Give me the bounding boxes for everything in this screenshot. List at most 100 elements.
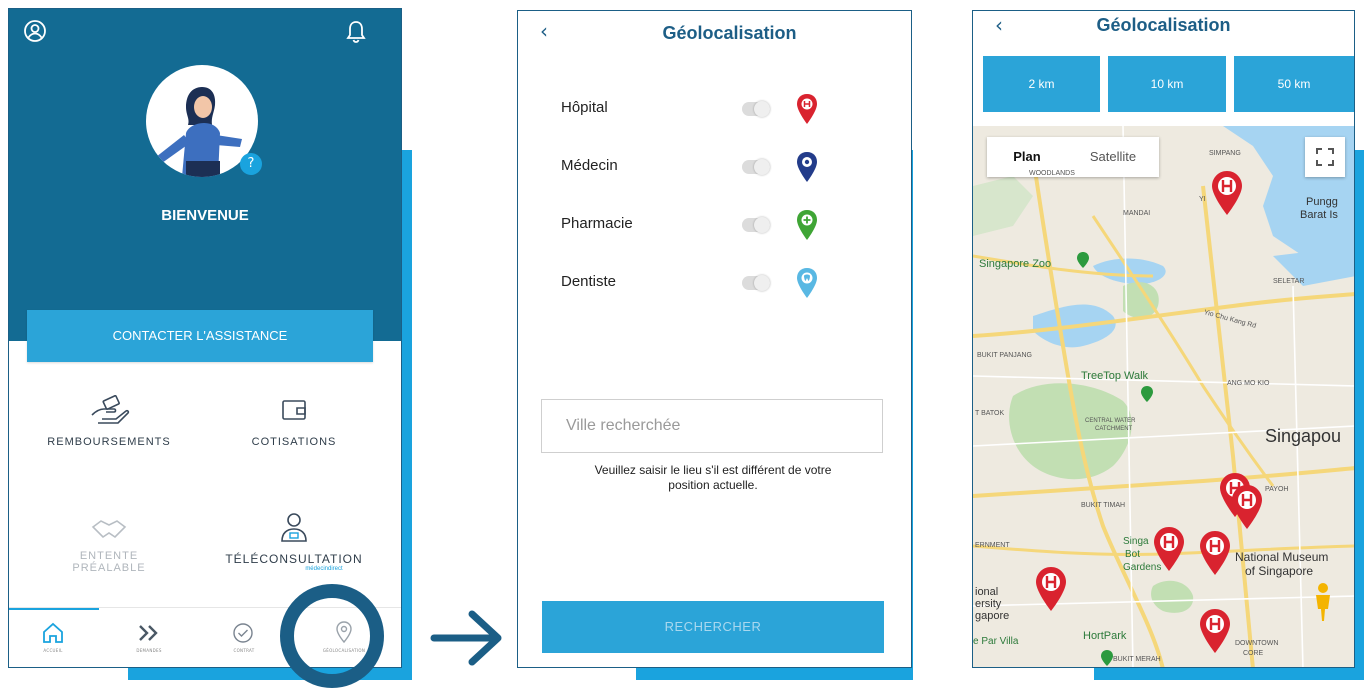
- map-label-national-museum: National Museum: [1235, 550, 1329, 564]
- map-label-barat: Barat Is: [1300, 209, 1338, 221]
- map-label-downtown: DOWNTOWN: [1235, 640, 1279, 647]
- filters-screen: ‹ Géolocalisation Hôpital Médecin Pharma…: [517, 10, 912, 668]
- map-view[interactable]: Plan Satellite SIMPANG WOODLANDS MANDAI …: [973, 126, 1354, 667]
- filter-label-pharmacy: Pharmacie: [561, 215, 633, 232]
- location-hint-line-1: Veuillez saisir le lieu s'il est différe…: [594, 463, 832, 477]
- page-title-map: Géolocalisation: [1096, 15, 1231, 35]
- map-label-bukit-panjang: BUKIT PANJANG: [977, 352, 1032, 359]
- nav-home-label: ACCUEIL: [43, 648, 63, 653]
- map-label-ang-mo-kio: ANG MO KIO: [1227, 380, 1270, 387]
- hand-money-icon: [29, 394, 189, 432]
- arrow-right-icon: [430, 608, 504, 672]
- double-chevron-icon: [137, 623, 161, 647]
- nav-contract-label: CONTRAT: [233, 648, 255, 653]
- map-label-catchment: CATCHMENT: [1095, 426, 1133, 432]
- hospital-map-pin-icon[interactable]: [1211, 170, 1243, 216]
- home-icon: [41, 622, 65, 648]
- prior-agreement-label-2: PRÉALABLE: [72, 562, 146, 574]
- hospital-pin-icon: [796, 93, 818, 129]
- map-label-payoh: PAYOH: [1265, 486, 1289, 493]
- teleconsultation-tile[interactable]: TÉLÉCONSULTATION médecindirect: [204, 509, 384, 572]
- handshake-icon: [29, 515, 189, 548]
- tab-satellite[interactable]: Satellite: [1067, 137, 1159, 177]
- map-label-singa: Singa: [1123, 536, 1149, 547]
- pharmacy-toggle[interactable]: [742, 217, 770, 233]
- hospital-map-pin-icon[interactable]: [1199, 608, 1231, 654]
- dentist-pin-icon: [796, 267, 818, 303]
- highlight-ring: [280, 584, 384, 688]
- map-label-bukit-merah: BUKIT MERAH: [1113, 656, 1161, 663]
- street-view-pegman-icon[interactable]: [1311, 582, 1335, 626]
- fullscreen-button[interactable]: [1305, 137, 1345, 177]
- reimbursements-label: REMBOURSEMENTS: [47, 436, 171, 448]
- contact-assistance-button[interactable]: CONTACTER L'ASSISTANCE: [27, 310, 373, 362]
- map-label-singapore-zoo: Singapore Zoo: [979, 258, 1052, 270]
- bell-icon[interactable]: [345, 19, 367, 49]
- wallet-icon: [214, 395, 374, 430]
- location-hint-line-2: position actuelle.: [668, 478, 758, 492]
- map-label-gapore: gapore: [975, 610, 1010, 622]
- prior-agreement-tile[interactable]: ENTENTE PRÉALABLE: [29, 515, 189, 574]
- doctor-pin-icon: [796, 151, 818, 187]
- map-label-bot: Bot: [1125, 549, 1141, 560]
- home-screen: ? BIENVENUE CONTACTER L'ASSISTANCE REMBO…: [8, 8, 402, 668]
- hortpark-poi-icon: [1101, 650, 1113, 667]
- location-hint: Veuillez saisir le lieu s'il est différe…: [548, 463, 878, 493]
- pharmacy-pin-icon: [796, 209, 818, 245]
- hospital-map-pin-icon[interactable]: [1153, 526, 1185, 572]
- map-label-hortpark: HortPark: [1083, 630, 1127, 642]
- filter-row-hospital: Hôpital: [518, 91, 911, 131]
- map-label-par-villa: e Par Villa: [973, 636, 1019, 647]
- distance-2km-button[interactable]: 2 km: [983, 56, 1100, 112]
- nav-item-home[interactable]: ACCUEIL: [13, 608, 93, 667]
- contributions-label: COTISATIONS: [251, 436, 337, 448]
- check-circle-icon: [232, 622, 254, 648]
- dentist-toggle[interactable]: [742, 275, 770, 291]
- contributions-tile[interactable]: COTISATIONS: [214, 395, 374, 448]
- map-background: [973, 126, 1354, 667]
- distance-50km-button[interactable]: 50 km: [1234, 56, 1354, 112]
- map-screen: ‹ Géolocalisation 2 km 10 km 50 km Plan …: [972, 10, 1355, 668]
- hospital-map-pin-icon[interactable]: [1035, 566, 1067, 612]
- user-profile-icon[interactable]: [23, 19, 47, 47]
- treetop-poi-icon: [1141, 386, 1153, 406]
- filter-row-dentist: Dentiste: [518, 265, 911, 305]
- map-label-yishun: YI: [1199, 196, 1206, 203]
- hospital-toggle[interactable]: [742, 101, 770, 117]
- city-search-input[interactable]: Ville recherchée: [541, 399, 883, 453]
- map-label-treetop-walk: TreeTop Walk: [1081, 370, 1149, 382]
- filter-label-hospital: Hôpital: [561, 99, 608, 116]
- prior-agreement-label-1: ENTENTE: [79, 550, 139, 562]
- map-label-ional: ional: [975, 586, 999, 598]
- map-label-core: CORE: [1243, 650, 1264, 657]
- map-label-national-museum-2: of Singapore: [1245, 564, 1314, 578]
- map-label-ernment: ERNMENT: [975, 542, 1010, 549]
- reimbursements-tile[interactable]: REMBOURSEMENTS: [29, 394, 189, 448]
- nav-item-requests[interactable]: DEMANDES: [109, 608, 189, 667]
- search-button[interactable]: RECHERCHER: [542, 601, 884, 653]
- distance-10km-button[interactable]: 10 km: [1108, 56, 1226, 112]
- map-label-bukit-timah: BUKIT TIMAH: [1081, 502, 1126, 509]
- doctor-icon: [204, 509, 384, 550]
- map-label-seletar: SELETAR: [1273, 278, 1305, 285]
- hospital-map-pin-icon[interactable]: [1199, 530, 1231, 576]
- map-label-mandai: MANDAI: [1123, 210, 1151, 217]
- nav-requests-label: DEMANDES: [136, 648, 162, 653]
- page-title: Géolocalisation: [662, 23, 797, 43]
- map-label-ersity: ersity: [975, 598, 1002, 610]
- filter-row-doctor: Médecin: [518, 149, 911, 189]
- teleconsultation-sub: médecindirect: [305, 566, 343, 572]
- zoo-poi-icon: [1077, 252, 1089, 272]
- doctor-toggle[interactable]: [742, 159, 770, 175]
- filter-row-pharmacy: Pharmacie: [518, 207, 911, 247]
- help-badge-icon[interactable]: ?: [240, 153, 262, 175]
- hospital-map-pin-icon[interactable]: [1231, 484, 1263, 530]
- map-label-pungg: Pungg: [1306, 196, 1338, 208]
- filter-label-dentist: Dentiste: [561, 273, 617, 290]
- nav-item-contract[interactable]: CONTRAT: [204, 608, 284, 667]
- map-label-central-water: CENTRAL WATER: [1085, 418, 1136, 424]
- map-label-singapore: Singapou: [1265, 426, 1342, 446]
- teleconsultation-label: TÉLÉCONSULTATION: [225, 552, 363, 566]
- fullscreen-icon: [1316, 148, 1334, 170]
- map-label-simpang: SIMPANG: [1209, 150, 1241, 157]
